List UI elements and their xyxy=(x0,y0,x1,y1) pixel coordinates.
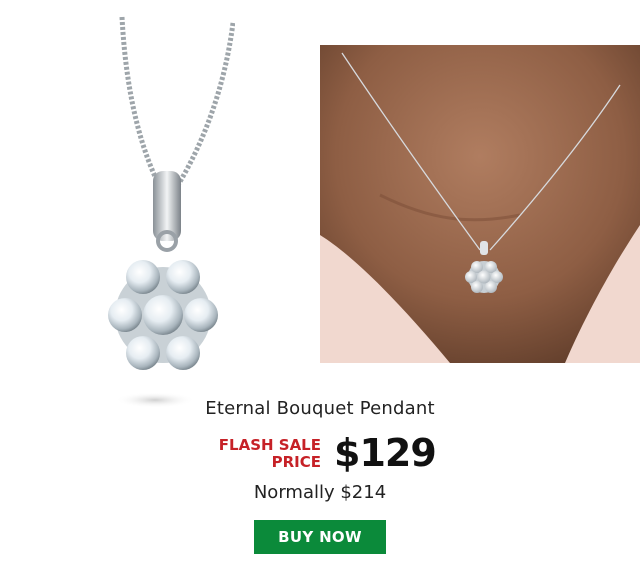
flash-sale-line-2: PRICE xyxy=(271,453,321,471)
product-name[interactable]: Eternal Bouquet Pendant xyxy=(0,398,640,419)
normal-price: Normally $214 xyxy=(253,482,387,503)
pendant-product-image[interactable] xyxy=(95,15,235,410)
buy-now-button[interactable]: BUY NOW xyxy=(254,520,386,554)
sale-price: $129 xyxy=(334,431,437,475)
flash-sale-line-1: FLASH SALE xyxy=(218,436,321,454)
flash-sale-label: FLASH SALE PRICE xyxy=(190,437,321,471)
model-wearing-pendant-image[interactable] xyxy=(320,45,640,363)
